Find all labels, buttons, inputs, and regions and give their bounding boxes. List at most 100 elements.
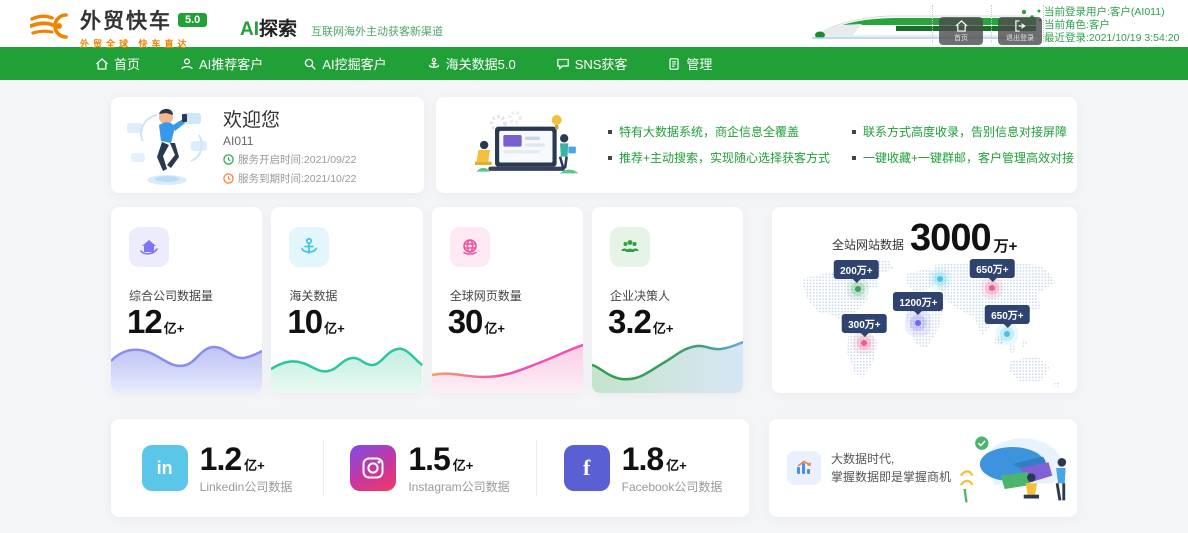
home-button-label: 首页 bbox=[954, 33, 968, 43]
map-dot-north-america bbox=[855, 286, 861, 292]
stat-label: 企业决策人 bbox=[610, 287, 670, 304]
header: 外贸快车 5.0 外贸全球 快车直达 AI 探索 互联网海外主动获客新渠道 bbox=[0, 0, 1188, 47]
map-dot-east-asia bbox=[1004, 331, 1010, 337]
nav-item-label: 管理 bbox=[686, 54, 712, 73]
user-info-last-login: 最近登录:2021/10/19 3:54:20 bbox=[1044, 32, 1184, 45]
nav-item-admin[interactable]: 管理 bbox=[667, 54, 712, 73]
social-unit: 亿+ bbox=[453, 455, 474, 474]
nav-item-label: AI挖掘客户 bbox=[322, 54, 386, 73]
service-end-line: 服务到期时间:2021/10/22 bbox=[223, 171, 356, 186]
map-title-value: 3000 bbox=[910, 217, 991, 260]
map-marker-label: 650万+ bbox=[970, 259, 1015, 278]
map-title: 全站网站数据 3000 万+ bbox=[772, 207, 1077, 260]
welcome-card: 欢迎您 AI011 服务开启时间:2021/09/22 服务到期时间:2021/… bbox=[111, 97, 424, 193]
stat-card-decision-makers: 企业决策人 3.2亿+ bbox=[592, 207, 743, 393]
header-separator bbox=[991, 5, 992, 43]
user-info: 当前登录用户:客户(AI011) 当前角色:客户 最近登录:2021/10/19… bbox=[1044, 6, 1184, 45]
bullet-text: 推荐+主动搜索，实现随心选择获客方式 bbox=[619, 145, 830, 171]
facebook-glyph: f bbox=[583, 455, 590, 481]
nav-item-home[interactable]: 首页 bbox=[95, 54, 140, 73]
home-icon bbox=[955, 20, 968, 32]
sparkline-green bbox=[592, 335, 743, 393]
social-label: Instagram公司数据 bbox=[408, 478, 509, 495]
search-icon bbox=[303, 57, 317, 71]
logo-wings-icon bbox=[30, 11, 72, 41]
stat-label: 综合公司数据量 bbox=[129, 287, 213, 304]
logo-version-badge: 5.0 bbox=[178, 13, 207, 27]
logo: 外贸快车 5.0 外贸全球 快车直达 bbox=[30, 5, 207, 50]
header-separator bbox=[932, 5, 933, 43]
bigdata-line2: 掌握数据即是掌握商机 bbox=[831, 468, 955, 486]
product-title-rest: 探索 bbox=[259, 14, 297, 41]
bigdata-illustration bbox=[957, 426, 1077, 510]
product-title-ai: AI bbox=[240, 19, 259, 41]
linkedin-stat: in 1.2亿+ Linkedin公司数据 bbox=[111, 441, 323, 495]
nav-item-sns[interactable]: SNS获客 bbox=[556, 54, 628, 73]
welcome-username: AI011 bbox=[223, 134, 356, 148]
facebook-icon: f bbox=[564, 445, 610, 491]
map-title-label: 全站网站数据 bbox=[832, 236, 904, 253]
chat-icon bbox=[556, 57, 570, 71]
main-nav: 首页 AI推荐客户 AI挖掘客户 海关数据5.0 SNS获客 管理 bbox=[0, 47, 1188, 80]
social-label: Linkedin公司数据 bbox=[200, 478, 293, 495]
stat-card-company-data: 综合公司数据量 12亿+ bbox=[111, 207, 262, 393]
map-marker-label: 300万+ bbox=[842, 314, 887, 333]
feature-bullets-left: 特有大数据系统，商企信息全覆盖 推荐+主动搜索，实现随心选择获客方式 bbox=[608, 119, 830, 171]
sparkline-teal bbox=[271, 335, 422, 393]
building-icon bbox=[129, 227, 169, 267]
people-group-icon bbox=[610, 227, 650, 267]
home-icon bbox=[95, 57, 109, 71]
stat-label: 海关数据 bbox=[289, 287, 337, 304]
feature-bullets-right: 联系方式高度收录，告别信息对接屏障 一键收藏+一键群邮，客户管理高效对接 bbox=[852, 119, 1077, 171]
user-info-current-user: 当前登录用户:客户(AI011) bbox=[1044, 6, 1184, 19]
globe-icon bbox=[450, 227, 490, 267]
nav-item-label: SNS获客 bbox=[575, 54, 628, 73]
product-subtitle: 互联网海外主动获客新渠道 bbox=[311, 23, 443, 39]
map-marker-label: 650万+ bbox=[985, 305, 1030, 324]
bigdata-text: 大数据时代, 掌握数据即是掌握商机 bbox=[831, 450, 955, 486]
user-info-role: 当前角色:客户 bbox=[1044, 19, 1184, 32]
stat-label: 全球网页数量 bbox=[450, 287, 522, 304]
clock-start-icon bbox=[223, 154, 234, 165]
logout-button-label: 退出登录 bbox=[1006, 33, 1034, 43]
service-end-text: 服务到期时间:2021/10/22 bbox=[238, 171, 356, 186]
map-title-unit: 万+ bbox=[994, 235, 1018, 256]
feature-bullet: 联系方式高度收录，告别信息对接屏障 bbox=[852, 119, 1077, 145]
social-stats-card: in 1.2亿+ Linkedin公司数据 1.5亿+ Instagram公司数… bbox=[111, 419, 749, 517]
social-label: Facebook公司数据 bbox=[622, 478, 723, 495]
instagram-icon bbox=[350, 445, 396, 491]
instagram-stat: 1.5亿+ Instagram公司数据 bbox=[324, 441, 536, 495]
feature-bullet: 一键收藏+一键群邮，客户管理高效对接 bbox=[852, 145, 1077, 171]
map-marker-label: 1200万+ bbox=[893, 292, 943, 311]
nav-item-ai-mining[interactable]: AI挖掘客户 bbox=[303, 54, 386, 73]
map-dot-south-america bbox=[861, 340, 867, 346]
document-icon bbox=[667, 57, 681, 71]
logout-button[interactable]: 退出登录 bbox=[998, 17, 1042, 45]
person-icon bbox=[180, 57, 194, 71]
world-map: 200万+ 650万+ 1200万+ 300万+ 650万+ bbox=[781, 257, 1071, 389]
map-dot-africa bbox=[915, 320, 921, 326]
nav-item-customs-data[interactable]: 海关数据5.0 bbox=[427, 54, 516, 73]
map-dot-europe bbox=[937, 276, 943, 282]
stat-card-customs-data: 海关数据 10亿+ bbox=[271, 207, 422, 393]
social-unit: 亿+ bbox=[244, 455, 265, 474]
nav-item-label: 首页 bbox=[114, 54, 140, 73]
home-button[interactable]: 首页 bbox=[939, 17, 983, 45]
map-dot-north-asia bbox=[989, 285, 995, 291]
linkedin-icon: in bbox=[142, 445, 188, 491]
nav-item-ai-recommend[interactable]: AI推荐客户 bbox=[180, 54, 263, 73]
bullet-square bbox=[852, 130, 856, 134]
nav-item-label: 海关数据5.0 bbox=[446, 54, 516, 73]
welcome-greeting: 欢迎您 bbox=[223, 105, 356, 132]
map-card: 全站网站数据 3000 万+ bbox=[772, 207, 1077, 393]
bullet-square bbox=[608, 156, 612, 160]
welcome-illustration bbox=[121, 101, 213, 189]
bar-chart-icon bbox=[787, 451, 821, 485]
map-marker-label: 200万+ bbox=[834, 260, 879, 279]
social-unit: 亿+ bbox=[666, 455, 687, 474]
social-value: 1.8 bbox=[622, 441, 663, 478]
features-card: 特有大数据系统，商企信息全覆盖 推荐+主动搜索，实现随心选择获客方式 联系方式高… bbox=[436, 97, 1077, 193]
facebook-stat: f 1.8亿+ Facebook公司数据 bbox=[537, 441, 749, 495]
anchor-icon bbox=[427, 57, 441, 71]
linkedin-glyph: in bbox=[157, 458, 173, 479]
